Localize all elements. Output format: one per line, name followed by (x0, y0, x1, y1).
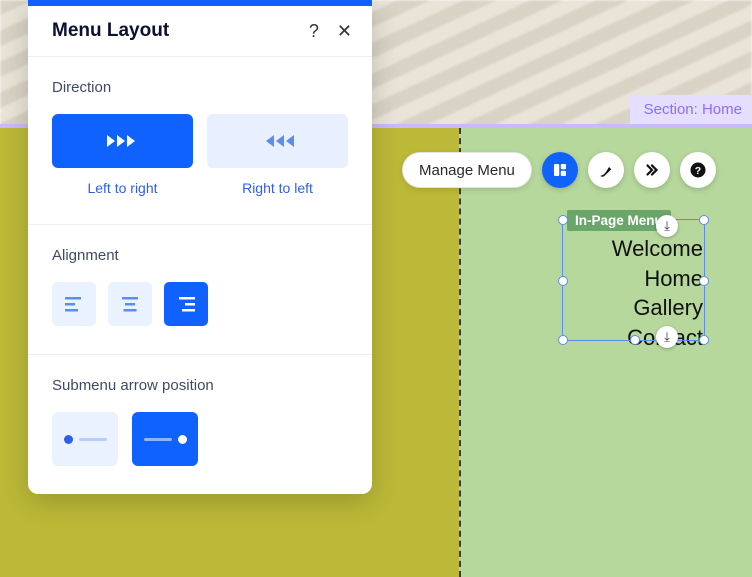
svg-text:?: ? (695, 165, 701, 177)
submenu-arrow-before-button[interactable] (52, 412, 118, 466)
panel-help-icon[interactable]: ? (309, 21, 319, 42)
manage-menu-button[interactable]: Manage Menu (402, 152, 532, 188)
element-toolbar: Manage Menu ? (402, 152, 716, 188)
panel-title: Menu Layout (52, 20, 169, 42)
direction-section: Direction Left to right Right to left (28, 56, 372, 224)
submenu-label: Submenu arrow position (52, 377, 348, 394)
resize-handle[interactable] (699, 276, 709, 286)
stretch-bottom-icon[interactable]: ⤓ (656, 326, 678, 348)
alignment-section: Alignment (28, 224, 372, 354)
direction-rtl-button[interactable] (207, 114, 348, 168)
panel-header: Menu Layout ? ✕ (28, 6, 372, 56)
direction-label: Direction (52, 79, 348, 96)
stretch-top-icon[interactable]: ⤓ (656, 215, 678, 237)
direction-ltr-label: Left to right (52, 180, 193, 196)
resize-handle[interactable] (630, 335, 640, 345)
resize-handle[interactable] (558, 276, 568, 286)
submenu-arrow-after-button[interactable] (132, 412, 198, 466)
resize-handle[interactable] (699, 335, 709, 345)
animation-icon[interactable] (634, 152, 670, 188)
align-center-button[interactable] (108, 282, 152, 326)
resize-handle[interactable] (558, 335, 568, 345)
help-icon[interactable]: ? (680, 152, 716, 188)
direction-rtl-label: Right to left (207, 180, 348, 196)
section-label[interactable]: Section: Home (630, 95, 752, 124)
align-left-button[interactable] (52, 282, 96, 326)
design-icon[interactable] (588, 152, 624, 188)
close-icon[interactable]: ✕ (337, 21, 352, 42)
align-right-button[interactable] (164, 282, 208, 326)
alignment-label: Alignment (52, 247, 348, 264)
direction-ltr-button[interactable] (52, 114, 193, 168)
resize-handle[interactable] (699, 215, 709, 225)
column-divider (459, 128, 461, 577)
menu-layout-panel: Menu Layout ? ✕ Direction Left to right … (28, 0, 372, 494)
selection-box[interactable] (562, 219, 705, 341)
submenu-section: Submenu arrow position (28, 354, 372, 494)
layout-icon[interactable] (542, 152, 578, 188)
